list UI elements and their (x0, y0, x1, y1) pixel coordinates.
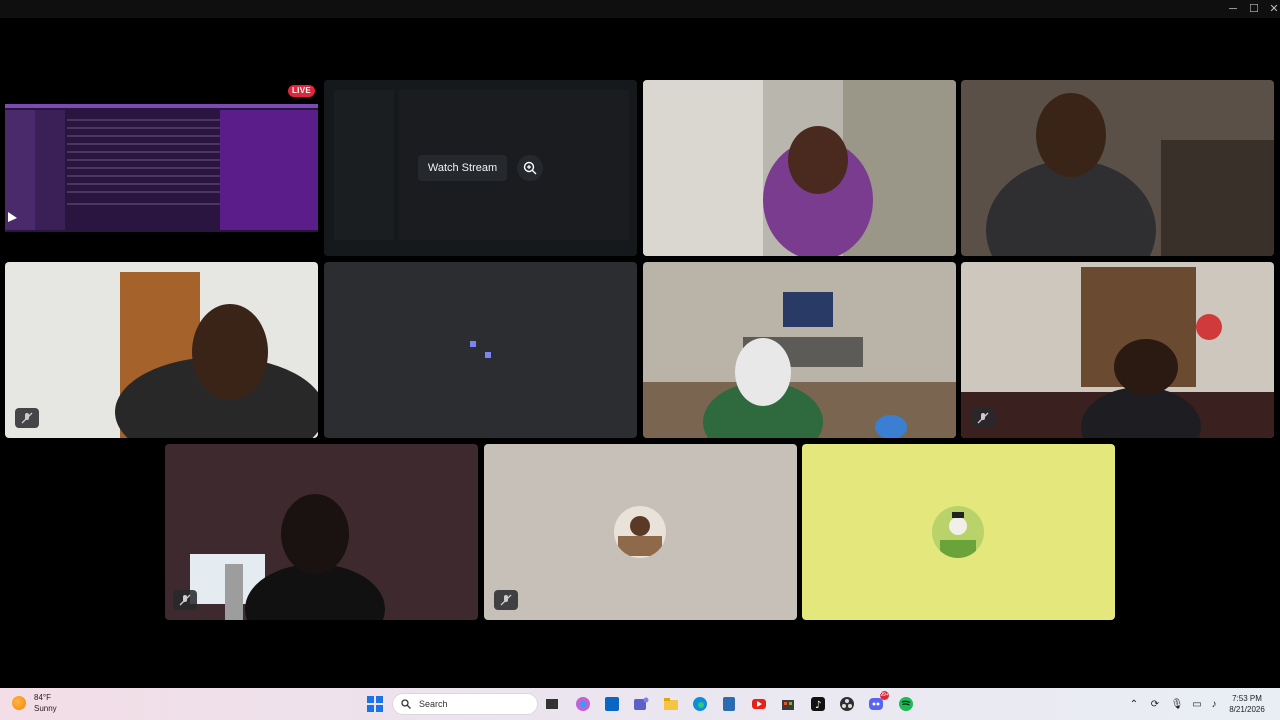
file-explorer-icon[interactable] (661, 694, 681, 714)
avatar (614, 506, 666, 558)
tiktok-icon[interactable]: ♪ (808, 694, 828, 714)
sun-icon (12, 696, 26, 710)
participant-avatar-tile[interactable] (484, 444, 797, 620)
avatar (932, 506, 984, 558)
weather-widget[interactable]: 84°F Sunny (12, 692, 57, 714)
participant-video-tile[interactable] (961, 262, 1274, 438)
participant-video-tile[interactable] (165, 444, 478, 620)
muted-icon (173, 590, 197, 610)
edge-icon[interactable] (690, 694, 710, 714)
muted-icon (971, 408, 995, 428)
display-icon[interactable]: ▭ (1190, 697, 1204, 711)
participant-video (643, 262, 956, 438)
maximize-button[interactable]: ☐ (1243, 0, 1265, 18)
loading-spinner-icon (470, 341, 491, 358)
live-badge: LIVE (288, 85, 315, 97)
taskbar-clock[interactable]: 7:53 PM 8/21/2026 (1222, 693, 1272, 715)
microsoft-store-icon[interactable] (778, 694, 798, 714)
task-view-icon[interactable] (542, 694, 562, 714)
shared-screen-preview (5, 104, 318, 232)
participant-video-tile[interactable] (643, 262, 956, 438)
copilot-icon[interactable] (573, 694, 593, 714)
date-text: 8/21/2026 (1229, 705, 1265, 714)
windows-taskbar: 84°F Sunny Search ♪ 99+ ⌃ ⟳ 🎙 ▭ ♪ 7:53 P… (0, 688, 1280, 720)
muted-icon (15, 408, 39, 428)
chevron-up-icon[interactable]: ⌃ (1127, 697, 1141, 711)
participant-video (961, 262, 1274, 438)
teams-icon[interactable] (631, 694, 651, 714)
windows-start-icon[interactable] (365, 694, 385, 714)
obs-icon[interactable] (837, 694, 857, 714)
screen-share-tile[interactable] (5, 80, 318, 256)
participant-video-tile[interactable] (961, 80, 1274, 256)
participant-avatar-tile[interactable] (802, 444, 1115, 620)
volume-icon[interactable]: ♪ (1207, 697, 1221, 711)
calculator-icon[interactable] (719, 694, 739, 714)
title-bar: ─ ☐ ✕ (0, 0, 1280, 18)
muted-icon (494, 590, 518, 610)
watch-stream-button[interactable]: Watch Stream (417, 155, 508, 181)
participant-video (643, 80, 956, 256)
discord-notification-badge: 99+ (880, 691, 889, 700)
participant-video-tile[interactable] (643, 80, 956, 256)
participant-video (5, 262, 318, 438)
svg-text:♪: ♪ (815, 700, 821, 711)
participant-video (961, 80, 1274, 256)
watch-stream-overlay: Watch Stream (324, 80, 637, 256)
weather-temp: 84°F (34, 693, 51, 702)
taskbar-search-box[interactable]: Search (392, 693, 538, 715)
weather-desc: Sunny (34, 704, 57, 713)
youtube-icon[interactable] (749, 694, 769, 714)
close-button[interactable]: ✕ (1263, 0, 1280, 18)
popout-icon[interactable] (517, 155, 544, 181)
spotify-icon[interactable] (896, 694, 916, 714)
store-icon[interactable] (602, 694, 622, 714)
participant-video-tile[interactable] (5, 262, 318, 438)
discord-call-window: ─ ☐ ✕ LIVE Watch Stream 84°F Sunny Searc… (0, 0, 1280, 720)
search-icon (401, 699, 411, 709)
stream-tile[interactable]: Watch Stream (324, 80, 637, 256)
sync-icon[interactable]: ⟳ (1148, 697, 1162, 711)
time-text: 7:53 PM (1232, 694, 1262, 703)
search-placeholder: Search (419, 699, 448, 709)
minimize-button[interactable]: ─ (1222, 0, 1244, 18)
participant-video (165, 444, 478, 620)
connecting-tile[interactable] (324, 262, 637, 438)
microphone-icon[interactable]: 🎙 (1170, 697, 1184, 711)
